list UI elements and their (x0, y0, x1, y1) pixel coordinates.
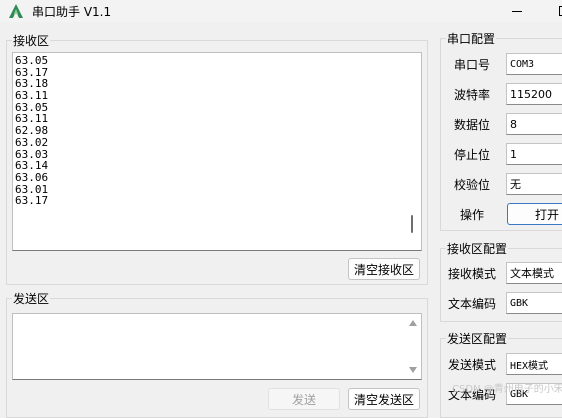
send-button[interactable]: 发送 (268, 388, 340, 410)
stopbits-select[interactable]: 1 (506, 143, 562, 165)
watermark: CSDN @青州电子的小宋 (452, 384, 562, 395)
baud-select[interactable]: 115200 (506, 83, 562, 105)
rx-encoding-label: 文本编码 (448, 297, 497, 311)
clear-send-button[interactable]: 清空发送区 (348, 388, 420, 410)
stopbits-label: 停止位 (454, 148, 491, 162)
baud-label: 波特率 (454, 88, 491, 102)
receive-log: 63.05 63.17 63.18 63.11 63.05 63.11 62.9… (15, 55, 48, 207)
rx-mode-select[interactable]: 文本模式 (506, 262, 562, 284)
window-title: 串口助手 V1.1 (32, 5, 112, 19)
port-select[interactable]: COM3 (506, 53, 562, 75)
operation-label: 操作 (460, 208, 485, 222)
parity-select[interactable]: 无 (506, 173, 562, 195)
receive-scrollbar[interactable] (405, 53, 421, 250)
tx-mode-label: 发送模式 (448, 358, 497, 372)
rx-encoding-select[interactable]: GBK (506, 292, 562, 314)
receive-line: 63.02 (15, 135, 49, 149)
databits-label: 数据位 (454, 118, 491, 132)
tx-config-group (440, 338, 562, 418)
receive-group-title: 接收区 (12, 32, 51, 49)
port-label: 串口号 (454, 58, 491, 72)
receive-scrollbar-thumb[interactable] (411, 215, 413, 233)
minimize-icon (512, 10, 522, 12)
clear-receive-button[interactable]: 清空接收区 (348, 258, 420, 280)
rx-mode-label: 接收模式 (448, 267, 497, 281)
tx-config-title: 发送区配置 (446, 330, 509, 347)
tx-mode-select[interactable]: HEX模式 (506, 353, 562, 375)
scroll-down-icon[interactable] (409, 367, 417, 373)
minimize-button[interactable] (505, 0, 529, 22)
receive-line: 63.17 (15, 194, 49, 208)
databits-select[interactable]: 8 (506, 113, 562, 135)
receive-line: 63.11 (15, 89, 49, 103)
open-port-button[interactable]: 打开 (507, 203, 562, 225)
app-logo-icon (9, 4, 23, 18)
send-textarea[interactable] (12, 313, 422, 380)
rx-config-title: 接收区配置 (446, 240, 509, 257)
receive-line: 63.05 (15, 54, 49, 67)
send-group-title: 发送区 (12, 290, 51, 307)
send-scrollbar[interactable] (405, 314, 421, 379)
maximize-button[interactable] (552, 0, 562, 22)
scroll-up-icon[interactable] (409, 320, 417, 326)
receive-line: 63.06 (15, 170, 49, 184)
parity-label: 校验位 (454, 178, 491, 192)
serial-config-title: 串口配置 (446, 30, 497, 47)
receive-textarea[interactable]: 63.05 63.17 63.18 63.11 63.05 63.11 62.9… (12, 52, 422, 251)
